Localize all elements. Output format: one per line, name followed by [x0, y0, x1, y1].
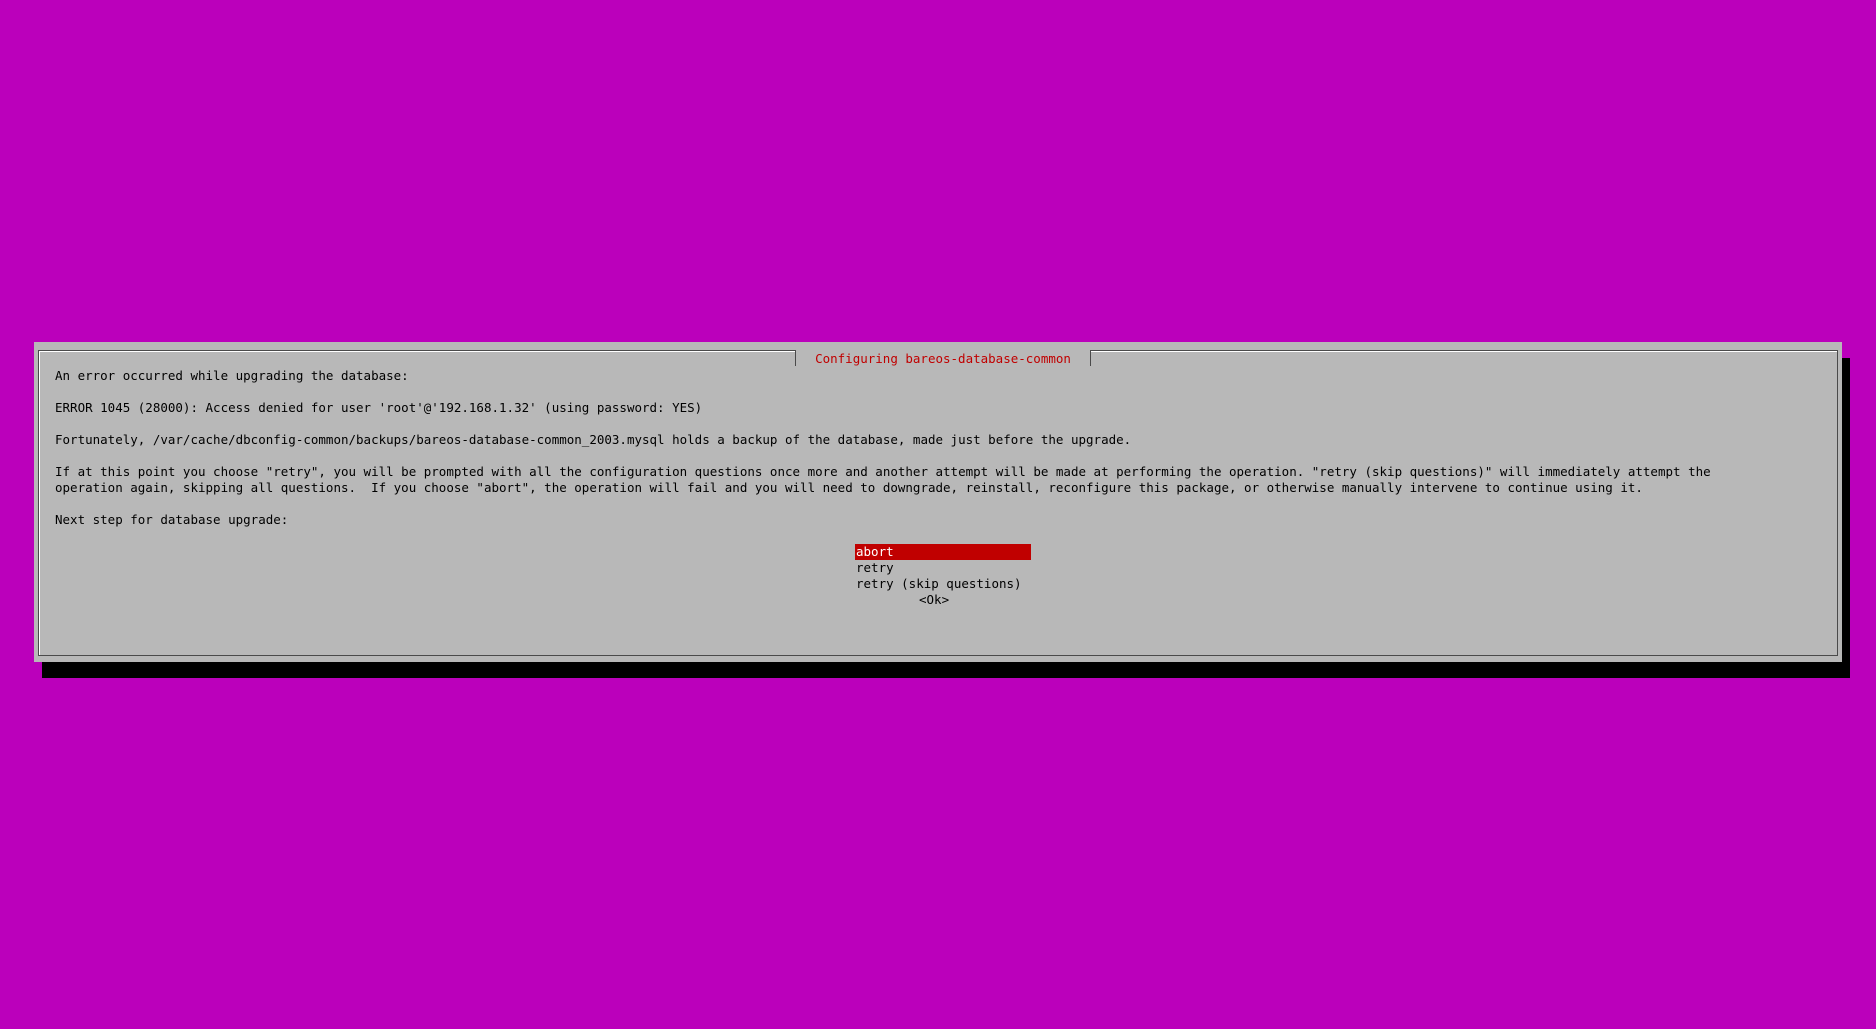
- prompt-text: Next step for database upgrade:: [55, 512, 289, 527]
- option-retry[interactable]: retry: [855, 560, 1031, 576]
- explanation-text-line-1: If at this point you choose "retry", you…: [55, 464, 1711, 479]
- options-list: abort retry retry (skip questions): [855, 544, 1031, 592]
- explanation-text-line-2: operation again, skipping all questions.…: [55, 480, 1643, 495]
- option-retry-skip-questions[interactable]: retry (skip questions): [855, 576, 1031, 592]
- backup-info-text: Fortunately, /var/cache/dbconfig-common/…: [55, 432, 1132, 447]
- dialog-frame: Configuring bareos-database-common An er…: [38, 350, 1838, 656]
- error-message-text: ERROR 1045 (28000): Access denied for us…: [55, 400, 703, 415]
- ok-button[interactable]: <Ok>: [919, 592, 949, 608]
- config-dialog: Configuring bareos-database-common An er…: [34, 342, 1842, 662]
- error-intro-text: An error occurred while upgrading the da…: [55, 368, 409, 383]
- option-abort[interactable]: abort: [855, 544, 1031, 560]
- dialog-title: Configuring bareos-database-common: [795, 350, 1091, 367]
